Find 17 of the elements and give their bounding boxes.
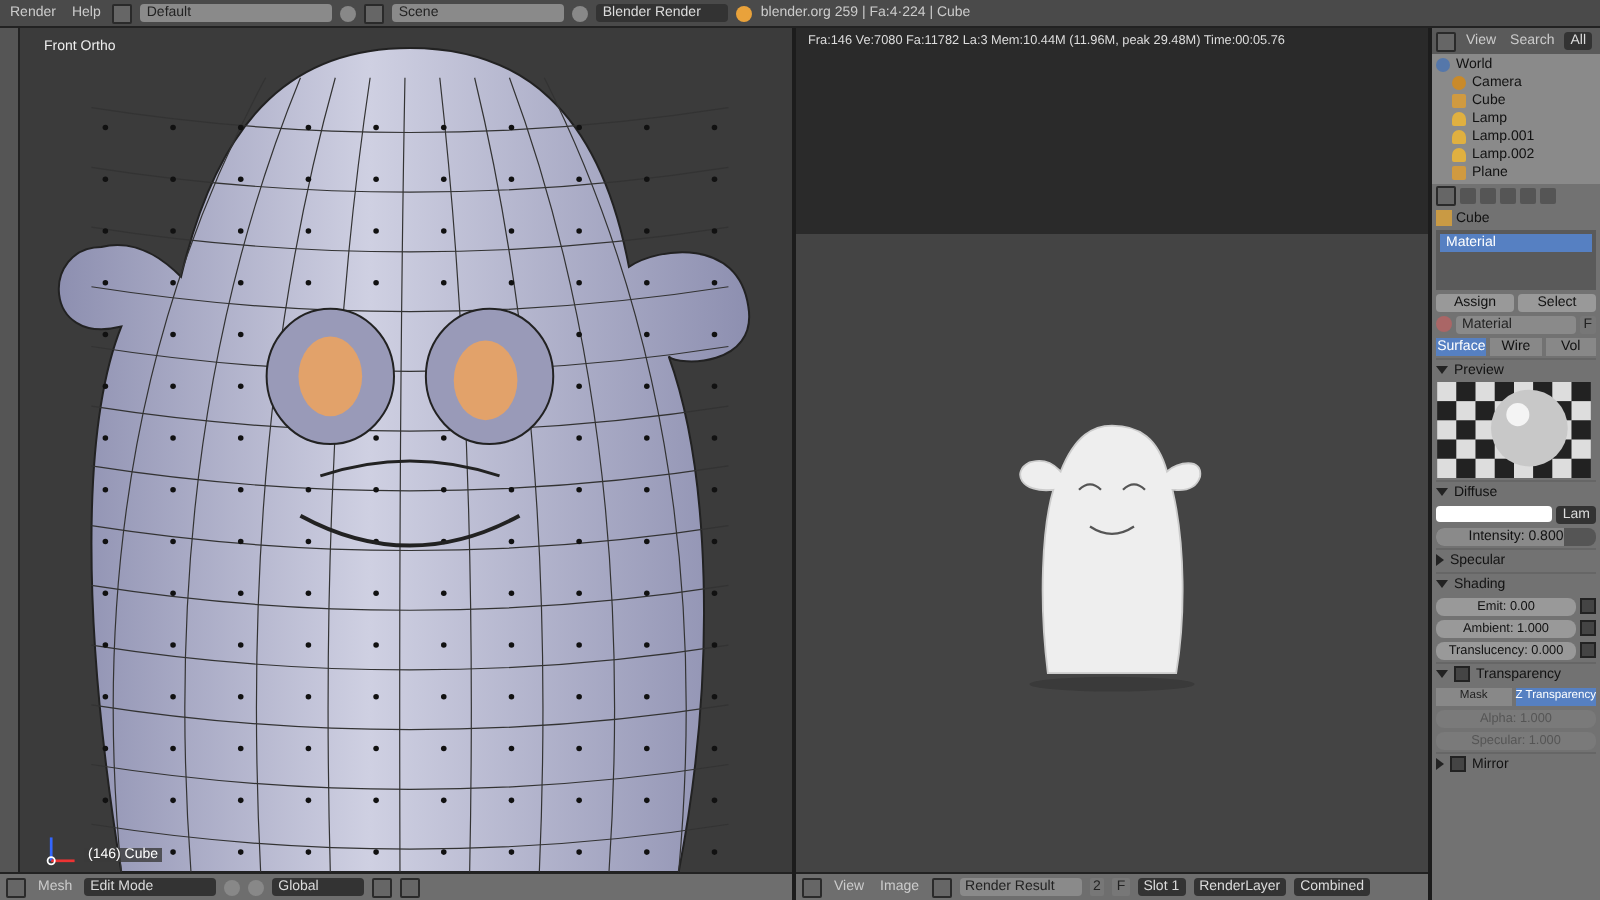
disclosure-triangle-icon[interactable] bbox=[1436, 580, 1448, 588]
disclosure-triangle-icon[interactable] bbox=[1436, 366, 1448, 374]
disclosure-triangle-icon[interactable] bbox=[1436, 488, 1448, 496]
camera-icon bbox=[1452, 76, 1466, 90]
transform-gizmo-icon[interactable] bbox=[44, 832, 80, 868]
cube-icon bbox=[1436, 210, 1452, 226]
checkbox[interactable] bbox=[1450, 756, 1466, 772]
object-icon bbox=[1452, 166, 1466, 180]
checkbox[interactable] bbox=[1580, 620, 1596, 636]
object-icon bbox=[1452, 94, 1466, 108]
checkbox[interactable] bbox=[1454, 666, 1470, 682]
checkbox[interactable] bbox=[1580, 598, 1596, 614]
globe-icon bbox=[1436, 58, 1450, 72]
material-sphere-icon bbox=[1436, 316, 1452, 332]
checkbox[interactable] bbox=[1580, 642, 1596, 658]
disclosure-triangle-icon[interactable] bbox=[1436, 554, 1444, 566]
color-swatch[interactable] bbox=[1436, 506, 1553, 522]
